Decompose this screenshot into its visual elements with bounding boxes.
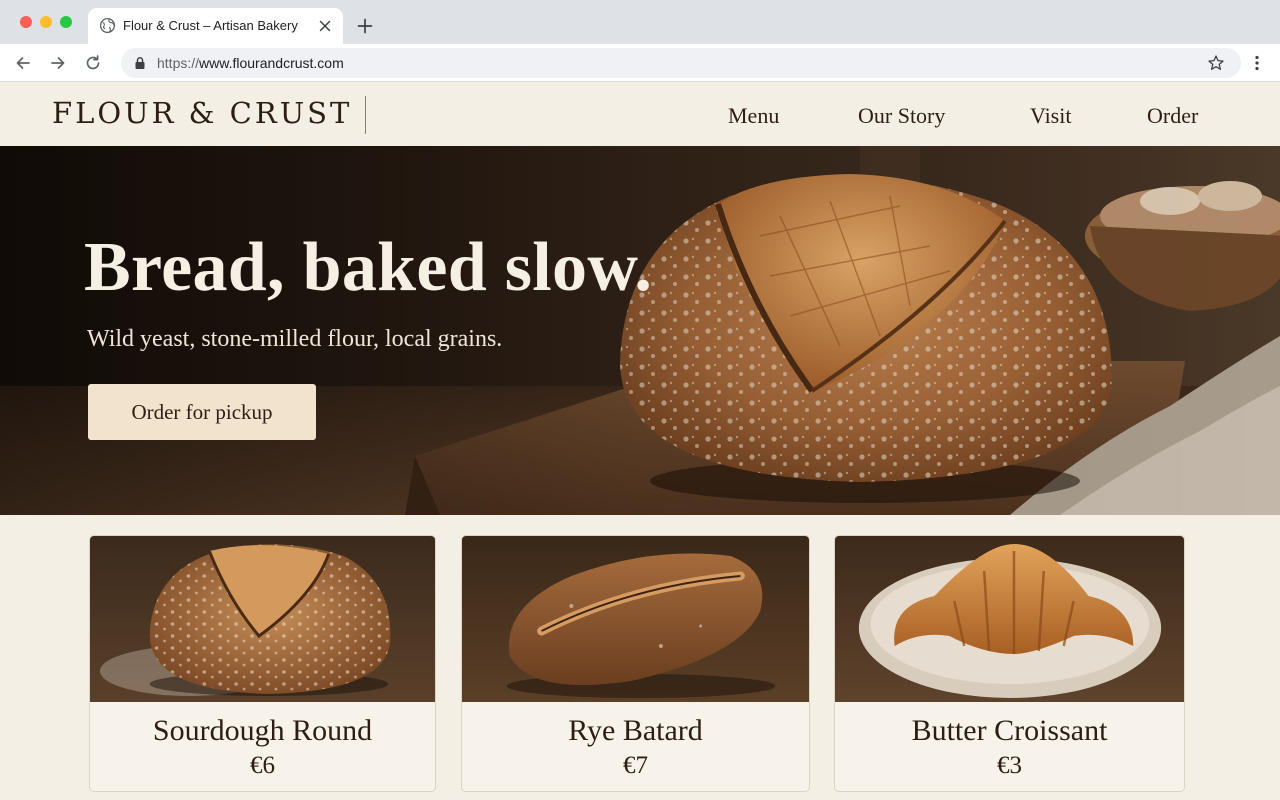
close-window-button[interactable] (20, 16, 32, 28)
product-price: €7 (623, 752, 648, 779)
product-image-sourdough-round (90, 536, 435, 702)
star-icon[interactable] (1207, 54, 1225, 72)
url-text: https://www.flourandcrust.com (157, 55, 344, 71)
tab-title: Flour & Crust – Artisan Bakery (123, 18, 298, 33)
product-price: €3 (997, 752, 1022, 779)
zoom-window-button[interactable] (60, 16, 72, 28)
site-header: FLOUR & CRUST Menu Our Story Visit Order (0, 83, 1280, 146)
browser-toolbar: https://www.flourandcrust.com (0, 44, 1280, 82)
browser-tab-strip: Flour & Crust – Artisan Bakery (0, 0, 1280, 44)
product-image-rye-batard (462, 536, 809, 702)
product-card-sourdough-round[interactable]: Sourdough Round €6 (89, 535, 436, 792)
browser-tab[interactable]: Flour & Crust – Artisan Bakery (88, 8, 343, 44)
url-scheme: https:// (157, 55, 200, 71)
reload-icon[interactable] (84, 54, 102, 72)
globe-icon (99, 17, 116, 34)
nav-order[interactable]: Order (1147, 103, 1198, 129)
hero-title: Bread, baked slow. (84, 229, 653, 306)
hero-section: Bread, baked slow. Wild yeast, stone-mil… (0, 146, 1280, 515)
nav-visit[interactable]: Visit (1030, 103, 1071, 129)
site-logo[interactable]: FLOUR & CRUST (52, 96, 352, 130)
product-card-butter-croissant[interactable]: Butter Croissant €3 (834, 535, 1185, 792)
forward-arrow-icon[interactable] (49, 54, 67, 72)
product-cards-section: Sourdough Round €6 Rye Batard €7 Butter … (0, 515, 1280, 800)
product-name: Rye Batard (568, 714, 703, 747)
minimize-window-button[interactable] (40, 16, 52, 28)
back-arrow-icon[interactable] (14, 54, 32, 72)
logo-divider (365, 96, 366, 134)
nav-menu[interactable]: Menu (728, 103, 779, 129)
plus-icon[interactable] (356, 17, 374, 35)
product-name: Sourdough Round (152, 714, 373, 747)
more-vertical-icon[interactable] (1248, 54, 1266, 72)
url-host: www.flourandcrust.com (199, 55, 344, 71)
order-for-pickup-button[interactable]: Order for pickup (88, 384, 316, 440)
product-card-rye-batard[interactable]: Rye Batard €7 (461, 535, 810, 792)
hero-subtitle: Wild yeast, stone-milled flour, local gr… (87, 326, 503, 352)
lock-icon (135, 57, 145, 69)
close-icon[interactable] (317, 18, 333, 34)
product-image-butter-croissant (835, 536, 1184, 702)
nav-our-story[interactable]: Our Story (858, 103, 945, 129)
product-name: Butter Croissant (911, 714, 1108, 747)
product-price: €6 (250, 752, 275, 779)
address-bar[interactable]: https://www.flourandcrust.com (121, 48, 1241, 78)
